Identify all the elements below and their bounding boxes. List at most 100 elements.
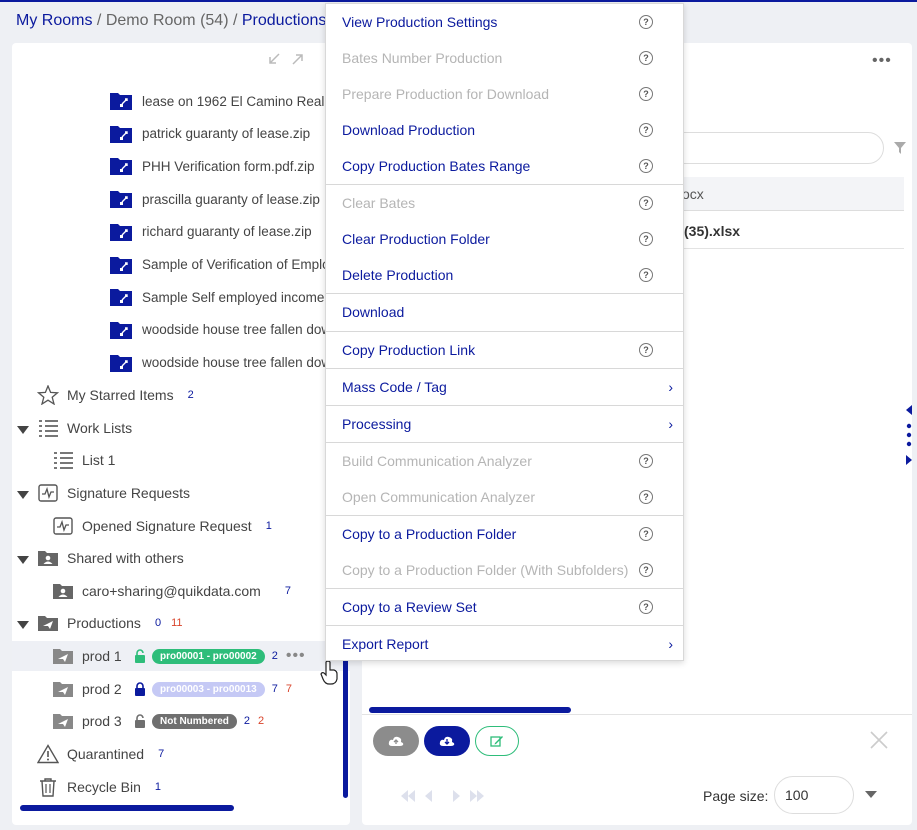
- lock-open-icon: [135, 714, 145, 728]
- help-icon[interactable]: ?: [639, 15, 653, 29]
- help-icon[interactable]: ?: [639, 563, 653, 577]
- zip-folder-icon: [110, 191, 132, 209]
- tree-item-signature-requests[interactable]: Signature Requests: [12, 478, 350, 508]
- tree-item-shared[interactable]: Shared with others: [12, 543, 350, 573]
- file-name: Sample Self employed income l: [142, 289, 332, 305]
- list-horizontal-scrollbar[interactable]: [369, 707, 571, 713]
- more-options-icon[interactable]: •••: [872, 52, 892, 70]
- breadcrumb-separator: /: [96, 12, 102, 29]
- menu-item-label: View Production Settings: [342, 14, 498, 30]
- menu-item[interactable]: Delete Production?: [326, 257, 683, 293]
- tree-item-shared-user[interactable]: caro+sharing@quikdata.com 7: [12, 576, 350, 606]
- zip-folder-icon: [110, 321, 132, 339]
- help-icon[interactable]: ?: [639, 454, 653, 468]
- tree-file-item[interactable]: woodside house tree fallen dow: [12, 348, 350, 378]
- table-row[interactable]: (35).xlsx: [662, 213, 904, 249]
- star-icon: [37, 385, 59, 405]
- menu-divider: [326, 442, 683, 443]
- help-icon[interactable]: ?: [639, 232, 653, 246]
- tree-file-item[interactable]: PHH Verification form.pdf.zip: [12, 151, 350, 181]
- chevron-down-icon[interactable]: [865, 791, 877, 798]
- zip-folder-icon: [110, 354, 132, 372]
- help-icon[interactable]: ?: [639, 343, 653, 357]
- menu-item-label: Export Report: [342, 636, 429, 652]
- tree-item-quarantined[interactable]: Quarantined 7: [12, 739, 350, 769]
- hand-cursor-icon: [320, 660, 338, 685]
- tree-item-productions[interactable]: Productions 0 11: [12, 608, 350, 638]
- menu-item[interactable]: Copy to a Production Folder?: [326, 516, 683, 552]
- menu-item[interactable]: Mass Code / Tag ›: [326, 369, 683, 405]
- download-button[interactable]: [424, 726, 470, 756]
- tree-horizontal-scrollbar[interactable]: [20, 805, 234, 811]
- chevron-right-icon: ›: [668, 636, 673, 652]
- pagination-controls[interactable]: [400, 789, 488, 803]
- tree-file-item[interactable]: lease on 1962 El Camino Real.zi: [12, 86, 350, 116]
- menu-item-label: Build Communication Analyzer: [342, 453, 532, 469]
- tree-file-item[interactable]: patrick guaranty of lease.zip: [12, 119, 350, 149]
- item-count: 1: [154, 781, 162, 793]
- tree-item-list-1[interactable]: List 1: [12, 445, 350, 475]
- file-name: lease on 1962 El Camino Real.zi: [142, 93, 338, 109]
- menu-item[interactable]: Copy Production Bates Range?: [326, 148, 683, 184]
- item-count-red: 7: [285, 683, 292, 695]
- expand-icon[interactable]: [291, 52, 305, 66]
- tree-item-recycle-bin[interactable]: Recycle Bin 1: [12, 772, 350, 802]
- bates-range-badge: pro00001 - pro00002: [152, 648, 265, 664]
- help-icon[interactable]: ?: [639, 123, 653, 137]
- table-header: ocx: [662, 177, 904, 211]
- menu-item-label: Open Communication Analyzer: [342, 489, 535, 505]
- help-icon[interactable]: ?: [639, 196, 653, 210]
- tree-file-item[interactable]: Sample Self employed income l: [12, 282, 350, 312]
- menu-item-label: Delete Production: [342, 267, 454, 283]
- menu-item[interactable]: View Production Settings?: [326, 4, 683, 40]
- zip-folder-icon: [110, 125, 132, 143]
- tree-item-starred[interactable]: My Starred Items 2: [12, 380, 350, 410]
- lock-open-icon: [135, 649, 145, 663]
- menu-item: Bates Number Production?: [326, 40, 683, 76]
- menu-item[interactable]: Copy Production Link?: [326, 332, 683, 368]
- help-icon[interactable]: ?: [639, 51, 653, 65]
- help-icon[interactable]: ?: [639, 490, 653, 504]
- tree-item-prod-2[interactable]: prod 2 pro00003 - pro00013 7 7: [12, 674, 350, 704]
- tree-file-item[interactable]: prascilla guaranty of lease.zip: [12, 184, 350, 214]
- help-icon[interactable]: ?: [639, 527, 653, 541]
- bates-range-badge: pro00003 - pro00013: [152, 681, 265, 697]
- item-count-red: 2: [258, 715, 265, 727]
- breadcrumb-demo-room[interactable]: Demo Room (54): [106, 12, 229, 29]
- help-icon[interactable]: ?: [639, 600, 653, 614]
- tree-file-item[interactable]: richard guaranty of lease.zip: [12, 217, 350, 247]
- trash-icon: [40, 778, 56, 797]
- help-icon[interactable]: ?: [639, 159, 653, 173]
- menu-item[interactable]: Download: [326, 294, 683, 330]
- breadcrumb-productions[interactable]: Productions: [242, 12, 327, 29]
- production-folder-icon: [53, 682, 73, 697]
- menu-divider: [326, 515, 683, 516]
- upload-button[interactable]: [373, 726, 419, 756]
- menu-item[interactable]: Copy to a Review Set?: [326, 589, 683, 625]
- close-icon[interactable]: [870, 731, 888, 749]
- tree-file-item[interactable]: Sample of Verification of Employ: [12, 250, 350, 280]
- page-size-select[interactable]: 100: [774, 776, 854, 814]
- tree-file-item[interactable]: woodside house tree fallen dow: [12, 315, 350, 345]
- filter-icon[interactable]: [894, 142, 906, 154]
- collapse-icon[interactable]: [267, 52, 281, 66]
- menu-item[interactable]: Clear Production Folder?: [326, 221, 683, 257]
- panel-splitter-handle[interactable]: [903, 404, 915, 468]
- menu-item[interactable]: Export Report ›: [326, 626, 683, 662]
- search-input[interactable]: [662, 132, 884, 164]
- tree-item-prod-1[interactable]: prod 1 pro00001 - pro00002 2 •••: [12, 641, 350, 671]
- more-options-icon[interactable]: •••: [286, 647, 306, 665]
- help-icon[interactable]: ?: [639, 268, 653, 282]
- breadcrumb-my-rooms[interactable]: My Rooms: [16, 12, 92, 29]
- help-icon[interactable]: ?: [639, 87, 653, 101]
- tree-item-opened-signature[interactable]: Opened Signature Request 1: [12, 511, 350, 541]
- menu-item[interactable]: Processing ›: [326, 406, 683, 442]
- item-count-red: 11: [171, 617, 183, 629]
- page-size-label: Page size:: [703, 788, 769, 804]
- menu-item[interactable]: Download Production?: [326, 112, 683, 148]
- tree-item-work-lists[interactable]: Work Lists: [12, 413, 350, 443]
- edit-button[interactable]: [475, 726, 519, 756]
- menu-item-label: Copy to a Production Folder (With Subfol…: [342, 562, 629, 578]
- tree-item-prod-3[interactable]: prod 3 Not Numbered 2 2: [12, 706, 350, 736]
- column-header[interactable]: ocx: [682, 186, 704, 202]
